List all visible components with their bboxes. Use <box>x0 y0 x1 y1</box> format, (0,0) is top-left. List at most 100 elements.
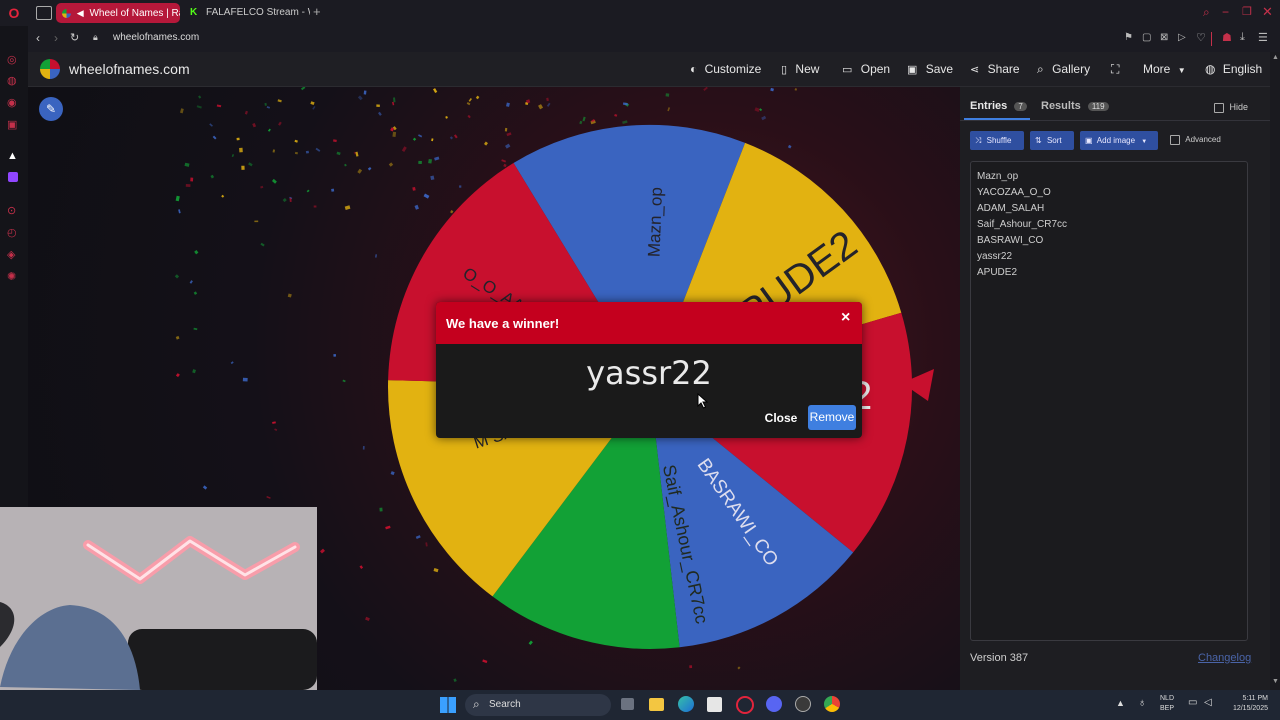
taskbar-search[interactable]: ⌕ Search <box>465 694 611 716</box>
player-icon[interactable]: ⊙ <box>7 204 16 217</box>
twitch-icon[interactable] <box>8 172 18 182</box>
caret-down-icon: ▼ <box>1141 139 1148 145</box>
search-tabs-icon[interactable]: ⌕ <box>1203 5 1210 20</box>
confetti-piece <box>192 369 196 374</box>
windows-start-icon[interactable] <box>440 697 456 713</box>
confetti-piece <box>359 565 364 569</box>
site-logo-icon[interactable] <box>40 59 60 79</box>
share-button[interactable]: ⋖ Share <box>970 52 1020 86</box>
shuffle-button[interactable]: ⤨ Shuffle <box>970 131 1024 150</box>
bookmark-icon[interactable]: ⚑ <box>1124 32 1133 43</box>
language-dropdown[interactable]: ◍ English <box>1205 52 1262 86</box>
whatsapp-icon[interactable]: ◉ <box>7 96 17 109</box>
confetti-piece <box>546 102 551 107</box>
confetti-piece <box>252 123 257 128</box>
network-icon[interactable]: ▭ <box>1188 697 1197 708</box>
confetti-piece <box>193 327 198 331</box>
obs-icon[interactable] <box>795 696 811 712</box>
save-button[interactable]: ▣ Save <box>907 52 953 86</box>
discord-icon[interactable] <box>766 696 782 712</box>
add-image-button[interactable]: ▣ Add image ▼ <box>1080 131 1158 150</box>
store-icon[interactable] <box>707 697 722 712</box>
snapshot-icon[interactable]: ▢ <box>1142 32 1151 43</box>
remove-button[interactable]: Remove <box>808 405 856 430</box>
hide-checkbox[interactable]: Hide <box>1214 102 1248 113</box>
list-item: yassr22 <box>977 251 1013 262</box>
settings-gear-icon[interactable]: ✺ <box>7 270 16 283</box>
confetti-piece <box>278 121 282 126</box>
new-tab-button[interactable]: + <box>313 4 321 19</box>
tab-manager-icon[interactable] <box>36 6 52 20</box>
profile-icon[interactable]: ☗ <box>1222 31 1232 44</box>
entries-textarea[interactable]: Mazn_op YACOZAA_O_O ADAM_SALAH Saif_Asho… <box>970 161 1248 641</box>
tab-title: FALAFELCO Stream - Wa <box>206 7 310 18</box>
chrome-icon[interactable] <box>824 696 840 712</box>
microphone-icon[interactable]: ♁ <box>1138 697 1146 709</box>
minimize-icon[interactable]: − <box>1222 5 1229 19</box>
volume-icon[interactable]: ◁ <box>1204 697 1212 708</box>
forward-icon[interactable]: › <box>54 31 58 45</box>
dialog-close-x-button[interactable]: × <box>841 309 850 327</box>
confetti-piece <box>433 88 438 94</box>
site-logo-text[interactable]: wheelofnames.com <box>69 61 190 77</box>
play-icon[interactable]: ▷ <box>1178 32 1186 43</box>
speaker-icon[interactable]: ◀ <box>77 3 84 23</box>
pin-icon[interactable]: ◈ <box>7 248 15 261</box>
customize-button[interactable]: ◐ Customize <box>690 52 761 86</box>
file-explorer-icon[interactable] <box>649 698 664 711</box>
task-view-icon[interactable] <box>621 698 634 710</box>
lock-icon[interactable]: 🔒︎ <box>93 32 98 43</box>
changelog-link[interactable]: Changelog <box>1198 652 1251 664</box>
gallery-button[interactable]: ⌕ Gallery <box>1037 52 1090 86</box>
tab-wheel-of-names[interactable]: ◀ Wheel of Names | Ra <box>56 3 180 23</box>
confetti-piece <box>264 102 267 106</box>
opera-taskbar-icon[interactable] <box>736 696 754 714</box>
heart-icon[interactable]: ♡ <box>1196 31 1206 44</box>
instagram-icon[interactable]: ▣ <box>7 118 17 131</box>
vpn-icon[interactable]: ⊠ <box>1160 32 1168 43</box>
confetti-piece <box>189 280 193 284</box>
reload-icon[interactable]: ↻ <box>70 31 79 44</box>
page-scrollbar[interactable]: ▲ ▼ <box>1270 52 1280 690</box>
clock[interactable]: 5:11 PM 12/15/2025 <box>1222 694 1268 714</box>
arrow-icon[interactable]: ▲ <box>7 150 18 162</box>
winner-dialog: We have a winner! × yassr22 Close Remove <box>436 302 862 438</box>
more-dropdown[interactable]: More ▼ <box>1143 52 1186 86</box>
advanced-checkbox[interactable]: Advanced <box>1170 135 1221 145</box>
messenger-icon[interactable]: ◍ <box>7 74 17 87</box>
list-item: APUDE2 <box>977 267 1018 278</box>
tray-chevron-icon[interactable]: ▲ <box>1116 698 1125 708</box>
confetti-piece <box>393 97 396 103</box>
edge-icon[interactable] <box>678 696 694 712</box>
sort-button[interactable]: ⇅ Sort <box>1030 131 1074 150</box>
confetti-piece <box>272 421 276 424</box>
scroll-up-arrow[interactable]: ▲ <box>1272 54 1279 61</box>
confetti-piece <box>355 151 359 157</box>
wheel-pointer <box>902 369 934 401</box>
fullscreen-button[interactable]: ⛶ <box>1111 52 1119 86</box>
confetti-piece <box>667 107 671 112</box>
entries-count-badge: 7 <box>1014 102 1027 111</box>
divider <box>1211 32 1212 46</box>
new-button[interactable]: ▯ New <box>781 52 819 86</box>
checkbox-icon <box>1214 102 1224 113</box>
aria-icon[interactable]: ◎ <box>7 53 17 66</box>
history-icon[interactable]: ◴ <box>7 226 17 239</box>
opera-logo-icon[interactable]: O <box>6 5 22 21</box>
back-icon[interactable]: ‹ <box>36 31 40 45</box>
tab-falafelco-stream[interactable]: K FALAFELCO Stream - Wa <box>186 3 310 23</box>
open-button[interactable]: ▭ Open <box>842 52 890 86</box>
url-field[interactable]: wheelofnames.com <box>113 32 199 43</box>
close-window-icon[interactable]: ✕ <box>1262 4 1273 20</box>
confetti-piece <box>453 678 457 683</box>
input-language[interactable]: NLD BEP <box>1160 694 1174 714</box>
confetti-piece <box>178 209 181 214</box>
menu-icon[interactable]: ☰ <box>1258 31 1268 44</box>
tab-entries[interactable]: Entries 7 <box>970 100 1027 112</box>
download-icon[interactable]: ⤓ <box>1240 31 1245 44</box>
scroll-down-arrow[interactable]: ▼ <box>1272 678 1279 685</box>
confetti-piece <box>466 101 471 106</box>
tab-results[interactable]: Results 119 <box>1041 100 1109 112</box>
maximize-icon[interactable]: ❐ <box>1242 5 1252 18</box>
close-button[interactable]: Close <box>760 407 802 429</box>
